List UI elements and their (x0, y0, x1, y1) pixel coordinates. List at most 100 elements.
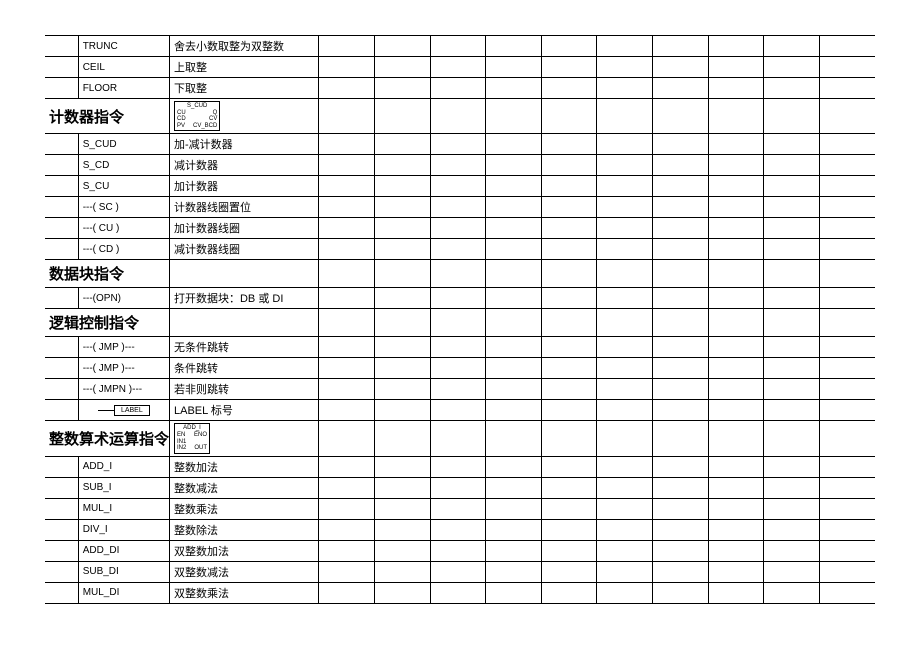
empty-cell (45, 358, 78, 379)
section-title: 数据块指令 (45, 260, 169, 288)
empty-cell (486, 78, 542, 99)
code-cell: ---(OPN) (78, 288, 169, 309)
empty-cell (45, 239, 78, 260)
code-cell: ---( JMP )--- (78, 337, 169, 358)
table-row: ADD_DI双整数加法 (45, 540, 875, 561)
empty-cell (486, 379, 542, 400)
empty-cell (819, 309, 875, 337)
empty-cell (653, 197, 709, 218)
empty-cell (653, 477, 709, 498)
empty-cell (653, 78, 709, 99)
empty-cell (45, 134, 78, 155)
desc-cell: 无条件跳转 (169, 337, 318, 358)
empty-cell (486, 400, 542, 421)
empty-cell (764, 421, 820, 456)
empty-cell (541, 36, 597, 57)
table-row: SUB_I整数减法 (45, 477, 875, 498)
desc-cell: 双整数乘法 (169, 582, 318, 603)
empty-cell (486, 337, 542, 358)
empty-cell (708, 561, 764, 582)
empty-cell (653, 379, 709, 400)
empty-cell (541, 456, 597, 477)
empty-cell (708, 582, 764, 603)
empty-cell (708, 477, 764, 498)
empty-cell (374, 218, 430, 239)
table-row: ADD_I整数加法 (45, 456, 875, 477)
empty-cell (819, 288, 875, 309)
empty-cell (319, 477, 375, 498)
empty-cell (430, 498, 486, 519)
empty-cell (541, 519, 597, 540)
desc-cell: 减计数器线圈 (169, 239, 318, 260)
empty-cell (486, 561, 542, 582)
empty-cell (764, 218, 820, 239)
desc-cell: 整数乘法 (169, 498, 318, 519)
empty-cell (374, 288, 430, 309)
empty-cell (708, 379, 764, 400)
empty-cell (430, 309, 486, 337)
empty-cell (819, 561, 875, 582)
empty-cell (45, 36, 78, 57)
empty-cell (708, 421, 764, 456)
empty-cell (653, 57, 709, 78)
empty-cell (708, 288, 764, 309)
section-title: 整数算术运算指令 (45, 421, 169, 456)
empty-cell (653, 456, 709, 477)
empty-cell (708, 36, 764, 57)
empty-cell (374, 197, 430, 218)
empty-cell (486, 260, 542, 288)
code-cell: ---( CU ) (78, 218, 169, 239)
empty-cell (653, 218, 709, 239)
empty-cell (653, 176, 709, 197)
empty-cell (708, 99, 764, 134)
empty-cell (653, 260, 709, 288)
section-row: 整数算术运算指令ADD_IENENOIN1 IN2OUT (45, 421, 875, 456)
empty-cell (319, 582, 375, 603)
empty-cell (764, 561, 820, 582)
empty-cell (653, 134, 709, 155)
empty-cell (374, 134, 430, 155)
desc-cell: 整数除法 (169, 519, 318, 540)
empty-cell (430, 260, 486, 288)
empty-cell (708, 260, 764, 288)
desc-cell: 若非则跳转 (169, 379, 318, 400)
empty-cell (45, 477, 78, 498)
empty-cell (430, 288, 486, 309)
empty-cell (597, 57, 653, 78)
code-cell: FLOOR (78, 78, 169, 99)
empty-cell (430, 477, 486, 498)
desc-cell: 整数加法 (169, 456, 318, 477)
empty-cell (45, 456, 78, 477)
empty-cell (486, 456, 542, 477)
instruction-table: TRUNC舍去小数取整为双整数CEIL上取整FLOOR下取整计数器指令S_CUD… (45, 35, 875, 604)
desc-cell: 舍去小数取整为双整数 (169, 36, 318, 57)
empty-cell (653, 561, 709, 582)
empty-cell (374, 99, 430, 134)
empty-cell (45, 400, 78, 421)
empty-cell (597, 421, 653, 456)
empty-cell (653, 288, 709, 309)
empty-cell (764, 456, 820, 477)
empty-cell (819, 540, 875, 561)
empty-cell (374, 582, 430, 603)
empty-cell (653, 337, 709, 358)
empty-cell (374, 155, 430, 176)
empty-cell (597, 498, 653, 519)
empty-cell (597, 379, 653, 400)
table-row: DIV_I整数除法 (45, 519, 875, 540)
code-cell: ADD_DI (78, 540, 169, 561)
empty-cell (45, 57, 78, 78)
empty-cell (374, 78, 430, 99)
empty-cell (430, 358, 486, 379)
empty-cell (374, 239, 430, 260)
empty-cell (486, 582, 542, 603)
empty-cell (819, 456, 875, 477)
empty-cell (430, 337, 486, 358)
table-row: TRUNC舍去小数取整为双整数 (45, 36, 875, 57)
desc-cell: 减计数器 (169, 155, 318, 176)
empty-cell (597, 239, 653, 260)
table-row: S_CUD加-减计数器 (45, 134, 875, 155)
section-title: 计数器指令 (45, 99, 169, 134)
empty-cell (653, 519, 709, 540)
empty-cell (541, 155, 597, 176)
